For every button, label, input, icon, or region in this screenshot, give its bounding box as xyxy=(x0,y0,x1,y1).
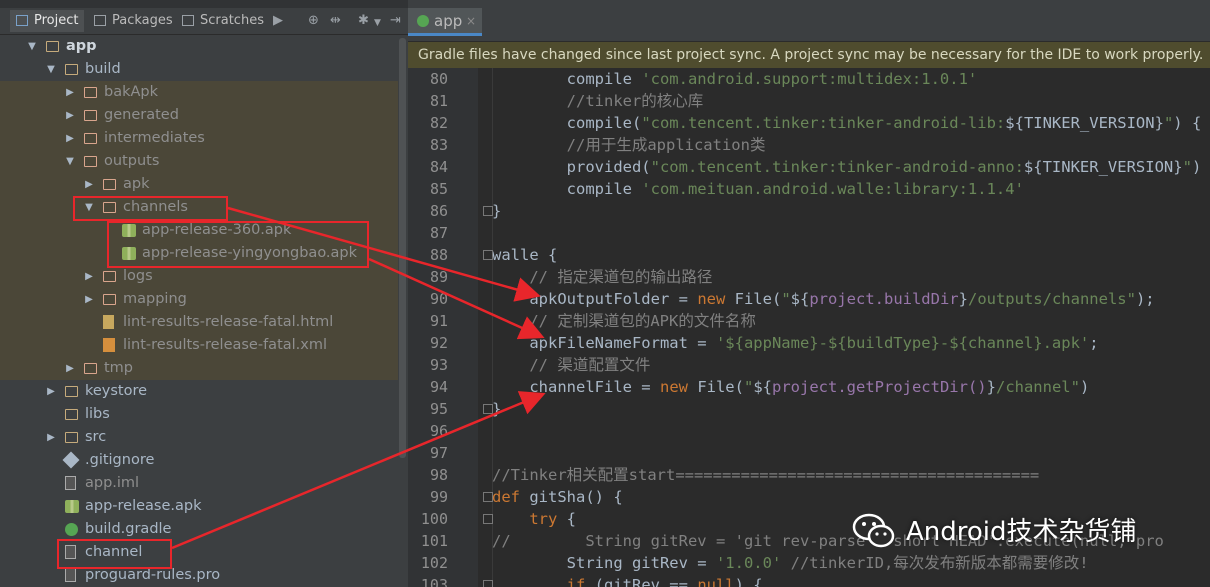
arrow-channel-to-file xyxy=(171,391,546,550)
arrow-apks-to-format xyxy=(368,257,545,340)
annotation-arrows xyxy=(171,206,546,550)
arrow-channels-to-output xyxy=(227,206,541,302)
watermark: Android技术杂货铺 xyxy=(852,510,1137,554)
watermark-text: Android技术杂货铺 xyxy=(906,517,1137,547)
wechat-icon xyxy=(852,513,895,548)
